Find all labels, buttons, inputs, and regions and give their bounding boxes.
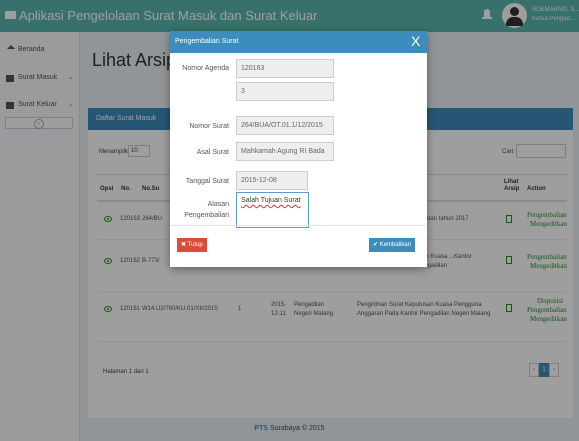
alasan-label-line1: Alasan — [207, 201, 229, 208]
pengembalian-modal: Pengembalian Surat X Nomor Agenda 120163… — [170, 31, 427, 267]
close-icon[interactable]: X — [411, 33, 420, 49]
asal-surat-field[interactable]: Mahkamah Agung RI Bada — [236, 142, 334, 161]
nomor-surat-label: Nomor Surat — [189, 123, 229, 130]
kembalikan-button[interactable]: ✔ Kembalikan — [369, 238, 416, 252]
nomor-agenda-field[interactable]: 120163 — [236, 59, 334, 78]
nomor-agenda-label: Nomor Agenda — [182, 65, 229, 72]
tanggal-surat-label: Tanggal Surat — [185, 178, 229, 185]
asal-surat-label: Asal Surat — [196, 149, 229, 156]
alasan-text: Salah Tujuan Surat — [241, 197, 301, 204]
alasan-textarea[interactable]: Salah Tujuan Surat — [236, 192, 309, 228]
agenda-suffix-field[interactable]: 3 — [236, 82, 334, 101]
modal-footer: ✖ Tutup ✔ Kembalikan — [170, 225, 427, 267]
tanggal-surat-field[interactable]: 2015-12-08 — [236, 171, 308, 190]
modal-title: Pengembalian Surat — [175, 38, 239, 45]
nomor-surat-field[interactable]: 264/BUA/OT.01.1/12/2015 — [236, 116, 334, 135]
alasan-label-line2: Pengembalian — [184, 212, 229, 219]
tutup-button[interactable]: ✖ Tutup — [177, 238, 207, 252]
modal-header: Pengembalian Surat X — [170, 31, 427, 53]
